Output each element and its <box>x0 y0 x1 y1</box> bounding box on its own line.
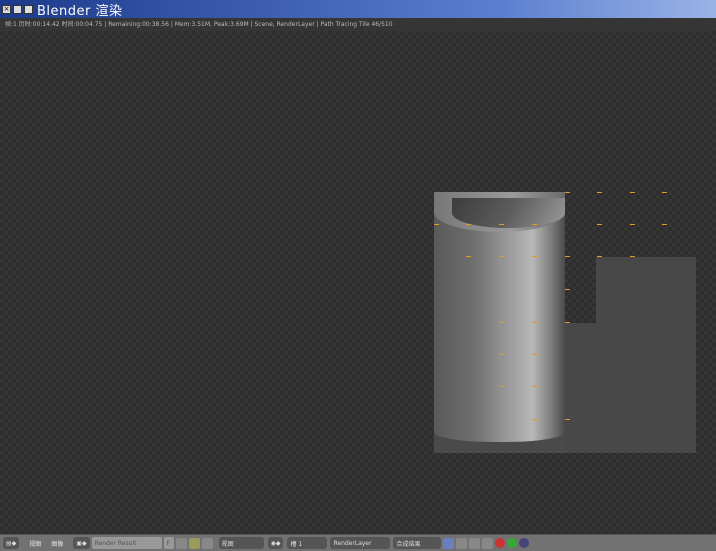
image-editor-header: ▤◆ 视图 图像 ▣◆ Render Result F 视图 ◉◆ 槽 1 Re… <box>0 534 716 551</box>
image-name-field[interactable]: Render Result <box>91 537 162 549</box>
zbuffer-icon[interactable] <box>469 537 481 549</box>
blue-channel-icon[interactable] <box>519 538 530 548</box>
title-bar: × Blender 渲染 <box>0 0 716 19</box>
tile-marker <box>597 256 602 257</box>
tile-marker <box>532 354 537 355</box>
tile-marker <box>565 192 570 193</box>
tile-marker <box>532 224 537 225</box>
image-editor-canvas[interactable] <box>0 31 716 534</box>
editor-type-button[interactable]: ▤◆ <box>3 537 20 549</box>
tile-marker <box>565 322 570 323</box>
red-channel-icon[interactable] <box>495 538 506 548</box>
tile-marker <box>499 224 504 225</box>
green-channel-icon[interactable] <box>507 538 518 548</box>
image-menu[interactable]: 图像 <box>51 539 63 548</box>
tile-marker <box>630 224 635 225</box>
render-layer-select[interactable]: RenderLayer <box>330 537 391 549</box>
tile-marker <box>466 224 471 225</box>
maximize-icon[interactable] <box>24 4 33 14</box>
open-folder-icon[interactable] <box>188 537 200 549</box>
render-status: 帧:1 历时:00:14.42 时间:00:04.75 | Remaining:… <box>0 18 716 31</box>
draw-color-icon[interactable] <box>443 537 455 549</box>
tile-marker <box>499 256 504 257</box>
window-title: Blender 渲染 <box>37 3 123 19</box>
tile-marker <box>499 354 504 355</box>
tile-marker <box>565 419 570 420</box>
tile-marker <box>532 386 537 387</box>
tile-marker <box>630 256 635 257</box>
tile-marker <box>630 192 635 193</box>
tile-marker <box>662 192 667 193</box>
tile-marker <box>662 224 667 225</box>
tile-marker <box>532 322 537 323</box>
view-menu[interactable]: 视图 <box>29 539 41 548</box>
tile-marker <box>565 289 570 290</box>
view-select[interactable]: 视图 <box>218 537 264 549</box>
tile-marker <box>499 322 504 323</box>
fake-user-button[interactable]: F <box>163 537 174 549</box>
render-result-image <box>434 192 696 453</box>
tile-marker <box>532 256 537 257</box>
tile-marker <box>597 192 602 193</box>
slot-select-label: 槽 1 <box>290 540 303 548</box>
pin-icon[interactable] <box>482 537 494 549</box>
image-browse-button[interactable]: ▣◆ <box>73 537 90 549</box>
minimize-icon[interactable] <box>13 4 22 14</box>
close-icon[interactable]: × <box>2 4 11 14</box>
alpha-icon[interactable] <box>456 537 468 549</box>
unlink-icon[interactable] <box>201 537 213 549</box>
add-icon[interactable] <box>175 537 187 549</box>
render-layer-label: RenderLayer <box>333 539 372 547</box>
slot-select[interactable]: 槽 1 <box>287 537 328 549</box>
view-select-label: 视图 <box>221 540 234 548</box>
tile-marker <box>466 256 471 257</box>
tile-marker <box>597 224 602 225</box>
tile-marker <box>499 386 504 387</box>
tile-marker <box>532 419 537 420</box>
render-pass-select[interactable]: 合成结果 <box>393 537 442 549</box>
tile-marker <box>434 224 439 225</box>
render-pass-label: 合成结果 <box>396 540 421 548</box>
pivot-button[interactable]: ◉◆ <box>267 537 284 549</box>
tile-marker <box>565 256 570 257</box>
